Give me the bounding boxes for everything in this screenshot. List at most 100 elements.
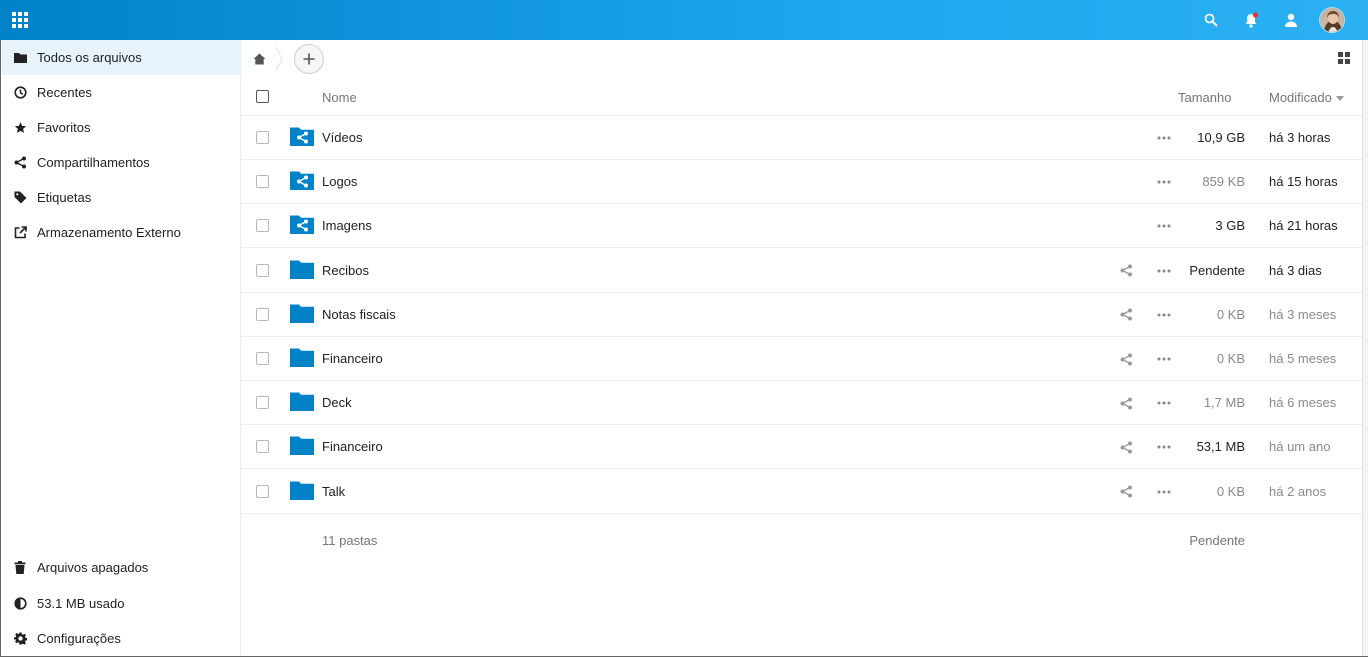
row-select-checkbox[interactable] — [256, 263, 269, 277]
more-actions-icon[interactable] — [1156, 174, 1172, 190]
star-icon — [13, 121, 27, 135]
file-name[interactable]: Talk — [322, 484, 345, 499]
file-size: 859 KB — [1202, 174, 1245, 190]
folder-icon — [290, 435, 314, 456]
plus-icon — [303, 53, 315, 65]
avatar[interactable] — [1319, 7, 1345, 33]
new-file-button[interactable] — [294, 44, 324, 74]
row-select-checkbox[interactable] — [256, 484, 269, 498]
contacts-icon[interactable] — [1280, 9, 1302, 31]
sidebar-item-quota: 53.1 MB usado — [2, 586, 241, 621]
row-select-checkbox[interactable] — [256, 440, 269, 454]
file-modified: há 15 horas — [1269, 174, 1338, 190]
clock-icon — [13, 86, 27, 100]
table-row[interactable]: Financeiro 53,1 MB há um ano — [241, 425, 1362, 470]
notifications-icon[interactable] — [1240, 9, 1262, 31]
sidebar-item-all-files[interactable]: Todos os arquivos — [2, 40, 241, 75]
folder-count: 11 pastas — [322, 533, 378, 548]
file-size: 3 GB — [1215, 218, 1245, 234]
shared-folder-icon — [290, 170, 314, 191]
folder-icon — [13, 51, 27, 65]
column-header-modified[interactable]: Modificado — [1269, 90, 1332, 105]
file-modified: há 21 horas — [1269, 218, 1338, 234]
apps-grid-icon[interactable] — [8, 8, 32, 32]
file-list-summary: 11 pastas Pendente — [241, 522, 1362, 558]
share-icon[interactable] — [1118, 351, 1134, 367]
file-name[interactable]: Deck — [322, 395, 352, 410]
folder-icon — [290, 303, 314, 323]
trash-icon — [13, 561, 27, 575]
more-actions-icon[interactable] — [1156, 307, 1172, 323]
folder-icon — [290, 347, 314, 367]
file-name[interactable]: Logos — [322, 174, 357, 189]
table-row[interactable]: Recibos Pendente há 3 dias — [241, 249, 1362, 293]
sidebar-item-external-storage[interactable]: Armazenamento Externo — [2, 215, 241, 250]
file-modified: há 6 meses — [1269, 395, 1337, 411]
file-name[interactable]: Vídeos — [322, 130, 362, 145]
file-modified: há 2 anos — [1269, 483, 1327, 499]
table-row[interactable]: Vídeos 10,9 GB há 3 horas — [241, 116, 1362, 160]
file-name[interactable]: Financeiro — [322, 351, 383, 366]
row-select-checkbox[interactable] — [256, 175, 269, 189]
external-link-icon — [13, 226, 27, 240]
row-select-checkbox[interactable] — [256, 307, 269, 321]
file-name[interactable]: Imagens — [322, 218, 372, 233]
sidebar-item-label: Todos os arquivos — [37, 50, 142, 65]
gear-icon — [13, 632, 27, 646]
sidebar-item-tags[interactable]: Etiquetas — [2, 180, 241, 215]
more-actions-icon[interactable] — [1156, 351, 1172, 367]
shared-folder-icon — [290, 126, 314, 146]
folder-icon — [290, 259, 314, 279]
share-icon[interactable] — [1118, 395, 1134, 411]
more-actions-icon[interactable] — [1156, 439, 1172, 455]
more-actions-icon[interactable] — [1156, 130, 1172, 146]
table-row[interactable]: Imagens 3 GB há 21 horas — [241, 204, 1362, 249]
folder-icon — [290, 391, 314, 412]
column-header-size[interactable]: Tamanho — [1178, 90, 1231, 105]
row-select-checkbox[interactable] — [256, 131, 269, 144]
column-header-name[interactable]: Nome — [322, 90, 357, 105]
sidebar-item-favorites[interactable]: Favoritos — [2, 110, 241, 145]
folder-icon — [290, 480, 314, 500]
search-icon[interactable] — [1200, 9, 1222, 31]
more-actions-icon[interactable] — [1156, 484, 1172, 500]
more-actions-icon[interactable] — [1156, 218, 1172, 234]
share-icon — [13, 156, 27, 170]
file-size: 0 KB — [1216, 306, 1245, 322]
top-header — [0, 0, 1368, 40]
share-icon[interactable] — [1118, 439, 1134, 455]
table-row[interactable]: Financeiro 0 KB há 5 meses — [241, 337, 1362, 381]
share-icon[interactable] — [1118, 307, 1134, 323]
grid-view-toggle-icon[interactable] — [1336, 50, 1352, 66]
file-size: 10,9 GB — [1197, 130, 1245, 145]
sidebar-item-deleted-files[interactable]: Arquivos apagados — [2, 550, 241, 585]
row-select-checkbox[interactable] — [256, 352, 269, 365]
sidebar-item-label: Armazenamento Externo — [37, 225, 181, 240]
more-actions-icon[interactable] — [1156, 263, 1172, 279]
sidebar-navigation: Todos os arquivos Recentes Favoritos Com… — [0, 40, 241, 657]
table-row[interactable]: Deck 1,7 MB há 6 meses — [241, 381, 1362, 426]
sidebar-item-label: Etiquetas — [37, 190, 92, 205]
select-all-checkbox[interactable] — [256, 90, 269, 103]
table-row[interactable]: Notas fiscais 0 KB há 3 meses — [241, 293, 1362, 337]
breadcrumb-home-icon[interactable] — [250, 50, 268, 68]
share-icon[interactable] — [1118, 484, 1134, 500]
file-modified: há 3 horas — [1269, 130, 1331, 145]
sidebar-item-settings[interactable]: Configurações — [2, 621, 241, 656]
file-name[interactable]: Financeiro — [322, 439, 383, 454]
scrollbar-track[interactable] — [1362, 40, 1368, 657]
sidebar-item-recent[interactable]: Recentes — [2, 75, 241, 110]
more-actions-icon[interactable] — [1156, 395, 1172, 411]
file-modified: há 3 meses — [1269, 306, 1337, 322]
sidebar-item-shares[interactable]: Compartilhamentos — [2, 145, 241, 180]
file-size: 1,7 MB — [1203, 395, 1245, 411]
file-modified: há um ano — [1269, 439, 1331, 455]
breadcrumb-separator — [275, 46, 283, 72]
file-name[interactable]: Recibos — [322, 263, 369, 278]
share-icon[interactable] — [1118, 263, 1134, 279]
row-select-checkbox[interactable] — [256, 396, 269, 410]
row-select-checkbox[interactable] — [256, 219, 269, 233]
file-name[interactable]: Notas fiscais — [322, 307, 396, 322]
table-row[interactable]: Logos 859 KB há 15 horas — [241, 160, 1362, 205]
table-row[interactable]: Talk 0 KB há 2 anos — [241, 470, 1362, 514]
